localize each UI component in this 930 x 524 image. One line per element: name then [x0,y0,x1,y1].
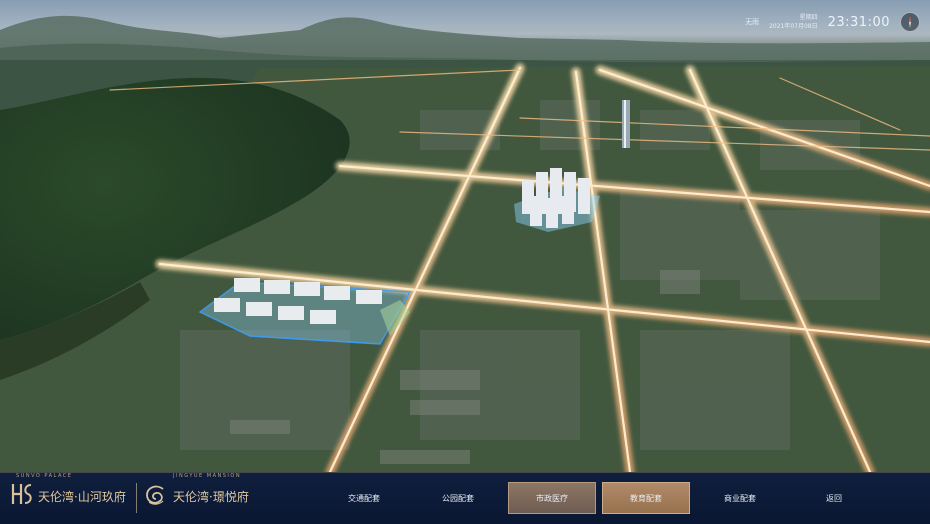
date-box: 星期四 2021年07月08日 [769,13,818,31]
aerial-map-view[interactable]: 无雨 星期四 2021年07月08日 23:31:00 [0,0,930,472]
brand-secondary: JINGYUE MANSION 天伦湾·璟悦府 [143,473,293,519]
tower-landmark [622,100,630,148]
tab-municipal-medical[interactable]: 市政医疗 [508,482,596,514]
brand-primary-en: SUNVO PALACE [16,473,73,479]
brand-primary-cn: 天伦湾·山河玖府 [38,490,126,504]
bottom-nav-bar: SUNVO PALACE 天伦湾·山河玖府 JINGYUE MANSION 天伦… [0,472,930,524]
date-text: 2021年07月08日 [769,23,818,30]
back-button[interactable]: 返回 [790,482,878,514]
weekday-text: 星期四 [799,14,818,21]
brand-primary: SUNVO PALACE 天伦湾·山河玖府 [8,473,136,519]
tab-education[interactable]: 教育配套 [602,482,690,514]
sh-monogram-logo [11,484,32,504]
category-tabs: 交通配套 公园配套 市政医疗 教育配套 商业配套 返回 [320,482,884,514]
brand-secondary-cn: 天伦湾·璟悦府 [173,490,249,504]
tab-commercial[interactable]: 商业配套 [696,482,784,514]
tab-transport[interactable]: 交通配套 [320,482,408,514]
clock-time: 23:31:00 [827,14,890,30]
compass-icon[interactable] [900,12,920,32]
brand-secondary-en: JINGYUE MANSION [173,473,242,479]
weather-text: 无雨 [745,18,760,26]
aerial-scene-graphic [0,0,930,472]
brand-divider [136,483,137,513]
status-hud: 无雨 星期四 2021年07月08日 23:31:00 [745,10,920,34]
tab-park[interactable]: 公园配套 [414,482,502,514]
swirl-logo [146,485,164,505]
